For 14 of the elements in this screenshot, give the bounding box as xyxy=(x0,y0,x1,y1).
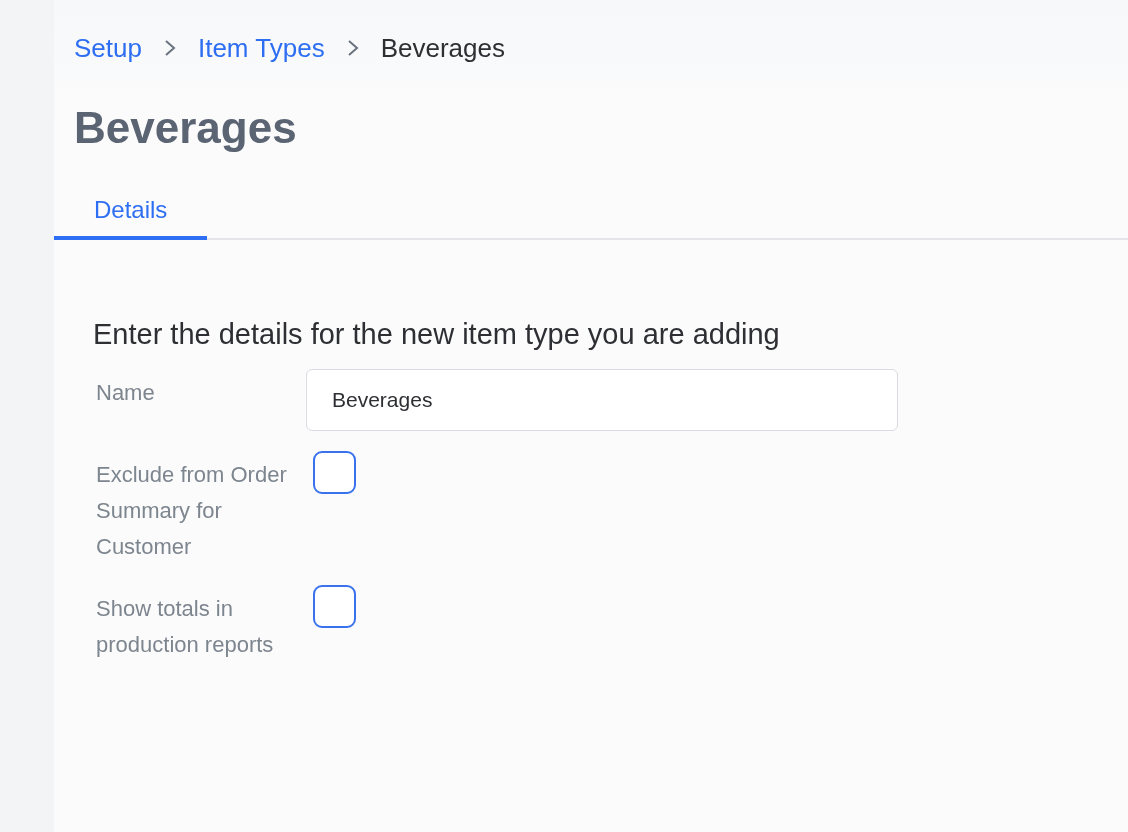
field-label: Exclude from Order Summary for Customer xyxy=(96,461,288,561)
chevron-icon xyxy=(163,39,176,57)
breadcrumb-link[interactable]: Item Types xyxy=(197,32,325,64)
checkbox[interactable] xyxy=(313,451,356,494)
chevron-icon xyxy=(346,39,359,57)
checkbox[interactable] xyxy=(313,585,356,628)
name-input-field[interactable]: Beverages xyxy=(306,369,898,431)
form-heading: Enter the details for the new item type you are adding xyxy=(93,318,781,351)
breadcrumb-current: Beverages xyxy=(380,32,505,64)
breadcrumb-link[interactable]: Setup xyxy=(74,32,142,64)
tab[interactable]: Details xyxy=(54,192,208,240)
field-label: Name xyxy=(96,379,156,407)
field-label: Show totals in production reports xyxy=(96,595,275,659)
page-title: Beverages xyxy=(74,102,298,154)
